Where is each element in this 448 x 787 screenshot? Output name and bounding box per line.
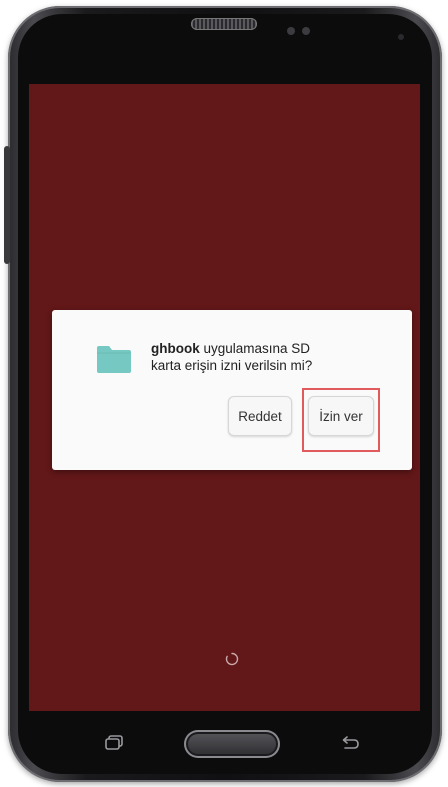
permission-dialog: ghbook uygulamasına SD karta erişin izni…	[52, 310, 412, 470]
dialog-message: ghbook uygulamasına SD karta erişin izni…	[151, 340, 371, 374]
folder-icon	[97, 346, 131, 373]
recent-apps-icon[interactable]	[103, 734, 125, 752]
screen: ghbook uygulamasına SD karta erişin izni…	[29, 84, 420, 711]
sensor-right	[302, 27, 310, 35]
sensor-left	[287, 27, 295, 35]
side-button	[4, 146, 10, 264]
app-name: ghbook	[151, 341, 200, 356]
home-button[interactable]	[184, 730, 280, 758]
allow-button[interactable]: İzin ver	[308, 396, 374, 436]
front-camera	[398, 34, 404, 40]
spinner-icon	[225, 652, 239, 666]
speaker-grille	[191, 18, 257, 30]
message-line2: karta erişin izni verilsin mi?	[151, 358, 313, 373]
message-line1-rest: uygulamasına SD	[199, 341, 311, 356]
back-icon[interactable]	[339, 734, 361, 752]
deny-button[interactable]: Reddet	[228, 396, 292, 436]
